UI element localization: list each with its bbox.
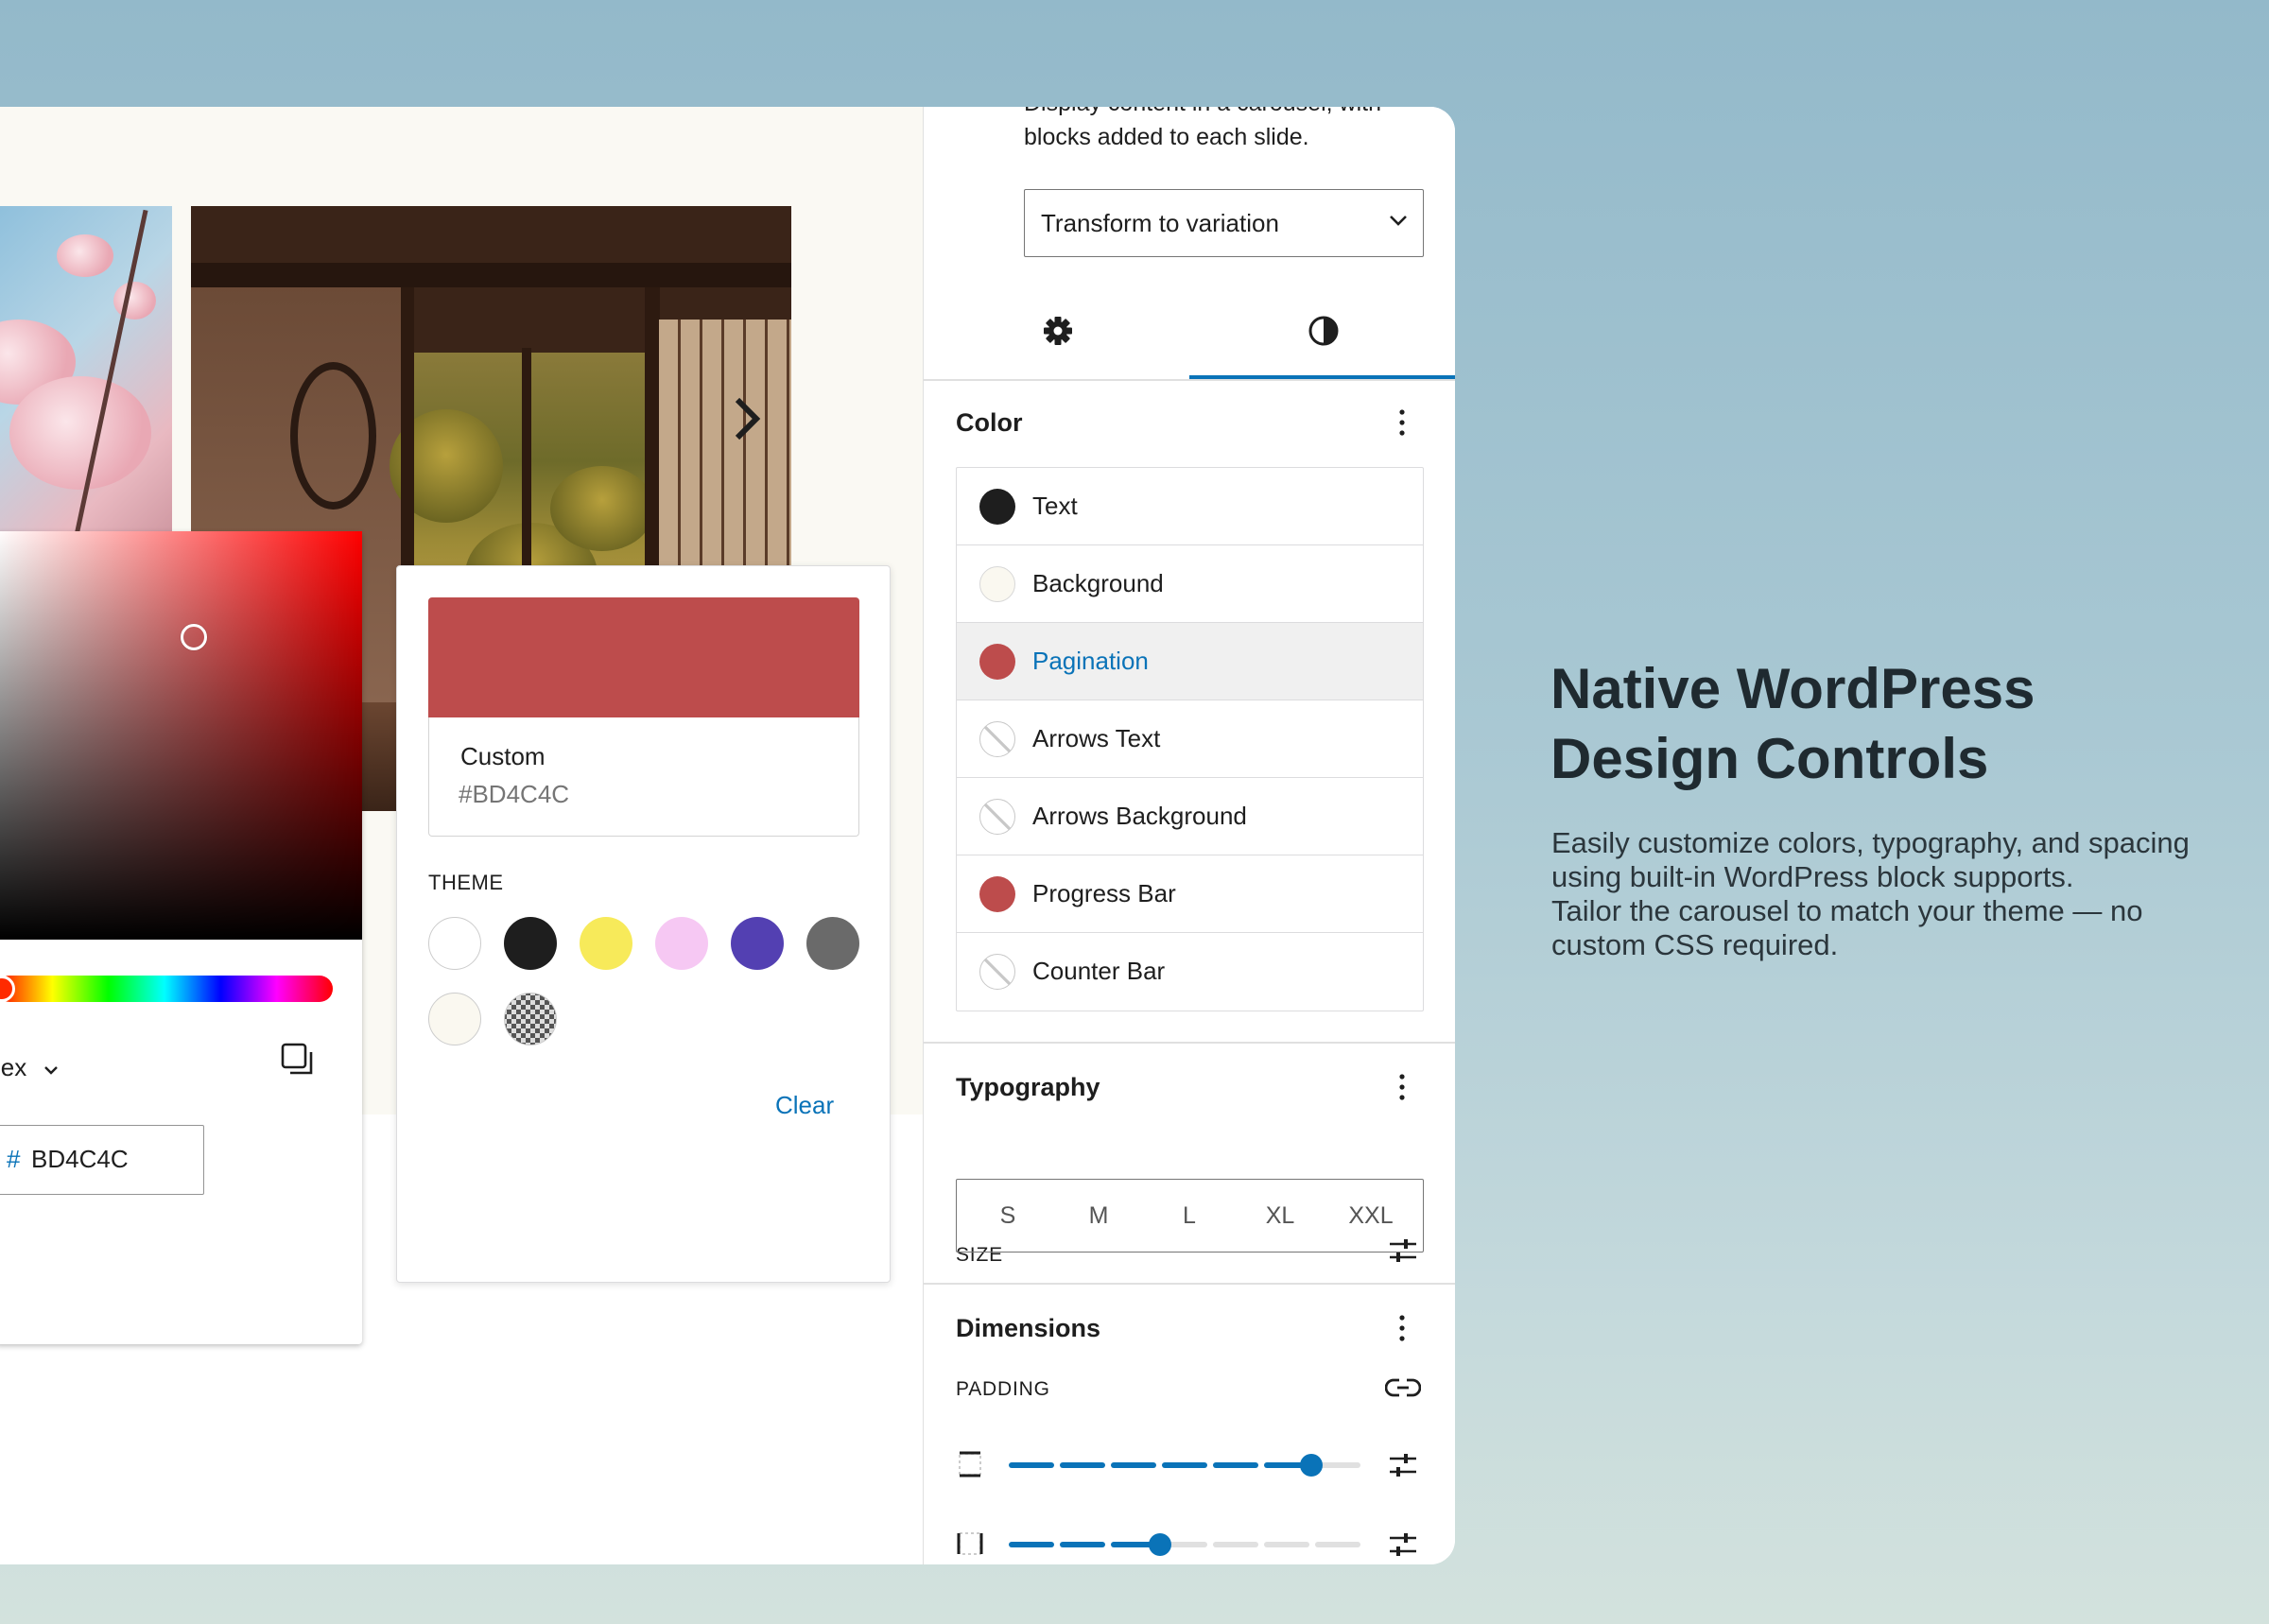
- chevron-right-icon[interactable]: [728, 390, 766, 447]
- custom-color-hex: #BD4C4C: [459, 780, 570, 808]
- custom-padding-icon[interactable]: [1387, 1530, 1419, 1559]
- more-options-icon[interactable]: [1398, 1313, 1406, 1343]
- color-setting-item[interactable]: Progress Bar: [957, 855, 1423, 933]
- slider-track-segment: [1060, 1462, 1105, 1468]
- color-settings-list: Text Background Pagination Arrows Text Arrow…: [956, 467, 1424, 1011]
- hero-body-line-2: Tailor the carousel to match your theme …: [1551, 894, 2143, 961]
- more-options-icon[interactable]: [1398, 407, 1406, 438]
- slider-track-segment: [1264, 1542, 1309, 1547]
- padding-label: PADDING: [956, 1378, 1050, 1400]
- hex-input[interactable]: # BD4C4C: [0, 1125, 204, 1195]
- font-size-option[interactable]: XXL: [1342, 1202, 1399, 1230]
- theme-color-swatch[interactable]: [504, 917, 557, 970]
- hex-value: BD4C4C: [31, 1145, 129, 1173]
- block-inspector-sidebar: Display content in a carousel, with bloc…: [923, 107, 1455, 1564]
- color-setting-label: Text: [1032, 492, 1078, 520]
- tab-styles[interactable]: [1189, 296, 1455, 379]
- panel-divider: [924, 1042, 1455, 1044]
- color-setting-item[interactable]: Arrows Text: [957, 700, 1423, 778]
- color-indicator: [979, 876, 1015, 912]
- hero-body: Easily customize colors, typography, and…: [1551, 826, 2213, 962]
- transform-variation-label: Transform to variation: [1041, 209, 1279, 237]
- padding-horizontal-slider[interactable]: [1009, 1533, 1360, 1556]
- font-size-option[interactable]: S: [979, 1202, 1036, 1230]
- hero-body-line-1: Easily customize colors, typography, and…: [1551, 826, 2190, 893]
- theme-color-swatch[interactable]: [428, 917, 481, 970]
- hero-title: Native WordPress Design Controls: [1550, 657, 2035, 790]
- color-popover: Custom #BD4C4C THEME Clear: [396, 565, 891, 1283]
- slider-track-segment: [1162, 1462, 1207, 1468]
- panel-divider: [924, 1283, 1455, 1285]
- padding-horizontal-icon: [957, 1532, 983, 1555]
- selected-color-info: Custom #BD4C4C: [428, 717, 859, 837]
- slider-track-segment: [1111, 1462, 1156, 1468]
- slider-track-segment: [1315, 1542, 1360, 1547]
- font-size-option[interactable]: XL: [1252, 1202, 1308, 1230]
- more-options-icon[interactable]: [1398, 1072, 1406, 1102]
- color-setting-label: Progress Bar: [1032, 879, 1176, 907]
- clear-button[interactable]: Clear: [775, 1091, 834, 1120]
- color-indicator: [979, 799, 1015, 835]
- color-setting-item[interactable]: Background: [957, 545, 1423, 623]
- theme-color-swatch[interactable]: [731, 917, 784, 970]
- selected-color-swatch[interactable]: [428, 597, 859, 717]
- color-format-select[interactable]: Hex: [0, 1053, 26, 1082]
- color-panel-title: Color: [956, 408, 1023, 437]
- color-setting-item[interactable]: Pagination: [957, 623, 1423, 700]
- color-setting-item[interactable]: Counter Bar: [957, 933, 1423, 1011]
- saturation-handle[interactable]: [181, 624, 207, 650]
- hue-slider[interactable]: [0, 976, 333, 1002]
- color-setting-item[interactable]: Text: [957, 468, 1423, 545]
- color-setting-label: Arrows Background: [1032, 802, 1247, 830]
- slider-track-segment: [1213, 1542, 1258, 1547]
- font-size-option[interactable]: M: [1070, 1202, 1127, 1230]
- editor-canvas: Hex # BD4C4C Custom #BD4C4C THEME Clear: [0, 107, 923, 1564]
- hex-prefix: #: [7, 1145, 21, 1173]
- theme-color-swatch[interactable]: [580, 917, 632, 970]
- color-indicator: [979, 489, 1015, 525]
- copy-icon[interactable]: [280, 1042, 316, 1078]
- font-size-option[interactable]: L: [1161, 1202, 1218, 1230]
- theme-palette-label: THEME: [428, 871, 504, 894]
- tab-settings[interactable]: [924, 296, 1189, 379]
- color-setting-label: Arrows Text: [1032, 724, 1161, 752]
- gear-icon: [1044, 317, 1072, 345]
- link-sides-icon[interactable]: [1385, 1374, 1421, 1401]
- tab-divider: [924, 379, 1455, 381]
- theme-color-swatch[interactable]: [504, 993, 557, 1045]
- slider-track-segment: [1009, 1462, 1054, 1468]
- color-indicator: [979, 644, 1015, 680]
- theme-color-swatch[interactable]: [428, 993, 481, 1045]
- saturation-field[interactable]: [0, 531, 362, 940]
- block-description: Display content in a carousel, with bloc…: [1024, 107, 1381, 150]
- slider-thumb[interactable]: [1148, 1533, 1171, 1556]
- custom-padding-icon[interactable]: [1387, 1451, 1419, 1479]
- color-setting-label: Background: [1032, 569, 1164, 597]
- color-indicator: [979, 721, 1015, 757]
- chevron-down-icon[interactable]: [42, 1061, 61, 1080]
- custom-color-name: Custom: [460, 742, 546, 770]
- contrast-icon: [1308, 316, 1339, 346]
- color-picker: Hex # BD4C4C: [0, 531, 362, 1344]
- color-setting-label: Pagination: [1032, 647, 1149, 675]
- slider-track-segment: [1213, 1462, 1258, 1468]
- color-setting-label: Counter Bar: [1032, 957, 1166, 985]
- slider-track-segment: [1009, 1542, 1054, 1547]
- slider-thumb[interactable]: [1299, 1454, 1323, 1477]
- typography-panel-title: Typography: [956, 1073, 1100, 1101]
- theme-color-swatch[interactable]: [655, 917, 708, 970]
- padding-vertical-icon: [959, 1451, 981, 1477]
- dimensions-panel-title: Dimensions: [956, 1314, 1101, 1342]
- theme-color-swatch[interactable]: [806, 917, 859, 970]
- color-setting-item[interactable]: Arrows Background: [957, 778, 1423, 855]
- transform-variation-select[interactable]: Transform to variation: [1024, 189, 1424, 257]
- chevron-down-icon: [1390, 216, 1407, 226]
- font-size-picker: S M L XL XXL: [956, 1179, 1424, 1253]
- color-indicator: [979, 566, 1015, 602]
- color-indicator: [979, 954, 1015, 990]
- slider-track-segment: [1060, 1542, 1105, 1547]
- padding-vertical-slider[interactable]: [1009, 1454, 1360, 1477]
- editor-card: Hex # BD4C4C Custom #BD4C4C THEME Clear: [0, 107, 1455, 1564]
